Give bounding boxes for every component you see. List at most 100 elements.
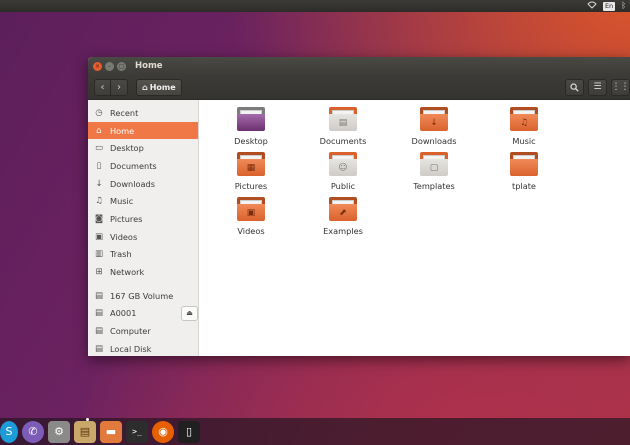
document-icon: ▯ — [96, 160, 102, 171]
video-icon: ▣ — [94, 231, 104, 242]
device-icon[interactable]: ▯ — [178, 420, 200, 443]
sidebar-devices: ▤ 167 GB Volume ▤ A0001 ⏏ ▤ Computer ▤ Local Dis… — [88, 287, 198, 356]
file-item-videos[interactable]: ▣ Videos — [216, 197, 286, 236]
file-item-downloads[interactable]: ↓ Downloads — [399, 107, 469, 146]
path-label: Home — [149, 82, 176, 92]
sidebar-item-recent[interactable]: ◷ Recent — [88, 104, 198, 122]
file-label: Desktop — [234, 136, 268, 146]
firefox-icon[interactable]: ◉ — [152, 420, 174, 443]
folder-icon: ▢ — [420, 152, 448, 176]
file-item-desktop[interactable]: Desktop — [216, 107, 286, 146]
window-title: Home — [135, 61, 163, 71]
folder-icon: ☺ — [329, 152, 357, 176]
folder-icon[interactable]: ▬ — [100, 420, 122, 443]
keyboard-layout-indicator[interactable]: En — [602, 1, 616, 11]
window-titlebar[interactable]: × – □ Home — [88, 57, 630, 75]
sidebar-item-167-gb-volume[interactable]: ▤ 167 GB Volume — [88, 287, 198, 305]
grid-view-icon[interactable]: ⋮⋮ — [611, 78, 630, 96]
sidebar-item-label: Network — [110, 267, 145, 278]
sidebar-item-downloads[interactable]: ↓ Downloads — [88, 175, 198, 193]
file-label: Pictures — [234, 181, 268, 191]
sidebar: ◷ Recent ⌂ Home ▭ Desktop ▯ Documents ↓ Downloads… — [88, 100, 199, 356]
camera-icon: ◙ — [94, 213, 104, 224]
search-icon[interactable] — [565, 78, 584, 96]
path-home-button[interactable]: ⌂ Home — [136, 78, 182, 96]
drive-icon: ▤ — [94, 290, 104, 301]
file-item-public[interactable]: ☺ Public — [308, 152, 378, 191]
file-item-pictures[interactable]: ▦ Pictures — [216, 152, 286, 191]
sidebar-item-desktop[interactable]: ▭ Desktop — [88, 139, 198, 157]
sidebar-item-videos[interactable]: ▣ Videos — [88, 228, 198, 246]
list-view-icon[interactable]: ☰ — [588, 78, 607, 96]
clock-icon: ◷ — [95, 107, 103, 118]
sidebar-item-pictures[interactable]: ◙ Pictures — [88, 210, 198, 228]
minimize-icon[interactable]: – — [105, 61, 114, 71]
sidebar-item-label: Downloads — [110, 178, 155, 189]
viber-icon[interactable]: ✆ — [22, 420, 44, 443]
back-button[interactable]: ‹ — [94, 78, 111, 96]
drive-icon: ▤ — [94, 326, 104, 337]
folder-icon: ▤ — [329, 107, 357, 131]
download-icon: ↓ — [95, 178, 103, 189]
file-label: Downloads — [411, 136, 457, 146]
folder-icon: ▣ — [237, 197, 265, 221]
sidebar-item-a0001[interactable]: ▤ A0001 ⏏ — [88, 305, 198, 323]
sidebar-item-label: Videos — [110, 231, 138, 242]
drive-icon: ▤ — [94, 308, 104, 319]
file-label: Examples — [323, 226, 363, 236]
sidebar-item-label: Pictures — [110, 213, 143, 224]
sidebar-item-computer[interactable]: ▤ Computer — [88, 322, 198, 340]
toolbar: ‹ › ⌂ Home ☰ ⋮⋮ — [88, 75, 630, 100]
forward-button[interactable]: › — [111, 78, 128, 96]
sidebar-item-label: 167 GB Volume — [110, 290, 174, 301]
folder-icon: ▭ — [94, 143, 104, 154]
trash-icon: ▥ — [94, 249, 104, 260]
sidebar-item-label: Documents — [110, 160, 157, 171]
file-item-documents[interactable]: ▤ Documents — [308, 107, 378, 146]
file-label: tplate — [512, 181, 536, 191]
main-content: ◷ Recent ⌂ Home ▭ Desktop ▯ Documents ↓ Downloads… — [88, 100, 630, 356]
sidebar-item-trash[interactable]: ▥ Trash — [88, 246, 198, 264]
skype-icon[interactable]: S — [0, 420, 18, 443]
running-indicator — [86, 418, 89, 421]
eject-icon[interactable]: ⏏ — [181, 305, 198, 321]
launcher-bar: S ✆ ⚙ ▤ ▬ >_ ◉ ▯ — [0, 418, 630, 445]
navigation-buttons: ‹ › — [94, 78, 128, 96]
folder-icon — [510, 152, 538, 176]
wifi-icon[interactable] — [587, 1, 597, 12]
sidebar-item-network[interactable]: ⊞ Network — [88, 263, 198, 281]
network-icon: ⊞ — [95, 267, 103, 278]
home-icon: ⌂ — [142, 82, 148, 92]
music-icon: ♫ — [95, 196, 103, 207]
sidebar-item-label: Music — [110, 196, 134, 207]
sidebar-item-home[interactable]: ⌂ Home — [88, 121, 198, 140]
folder-icon: ▦ — [237, 152, 265, 176]
file-label: Public — [330, 181, 356, 191]
file-item-music[interactable]: ♫ Music — [489, 107, 559, 146]
file-grid: Desktop ▤ Documents ↓ Downloads ♫ Music ▦ Pictur… — [199, 100, 630, 356]
settings-icon[interactable]: ⚙ — [48, 420, 70, 443]
home-icon: ⌂ — [96, 125, 102, 136]
sidebar-item-music[interactable]: ♫ Music — [88, 192, 198, 210]
file-item-templates[interactable]: ▢ Templates — [399, 152, 469, 191]
file-label: Templates — [413, 181, 455, 191]
sidebar-item-label: Computer — [110, 326, 151, 337]
terminal-icon[interactable]: >_ — [126, 420, 148, 443]
sidebar-item-label: Local Disk — [110, 343, 152, 354]
maximize-icon[interactable]: □ — [117, 61, 126, 71]
sidebar-item-label: A0001 — [110, 308, 137, 319]
bluetooth-icon[interactable]: ᛒ — [621, 1, 626, 11]
top-panel: En ᛒ — [0, 0, 630, 12]
toolbar-right-group: ☰ ⋮⋮ — [565, 78, 630, 96]
sidebar-item-label: Home — [110, 125, 135, 136]
sidebar-item-label: Recent — [110, 107, 139, 118]
close-icon[interactable]: × — [93, 61, 102, 71]
files-icon[interactable]: ▤ — [74, 420, 96, 443]
folder-icon: ⬈ — [329, 197, 357, 221]
file-item-tplate[interactable]: tplate — [489, 152, 559, 191]
sidebar-item-documents[interactable]: ▯ Documents — [88, 157, 198, 175]
sidebar-item-local-disk[interactable]: ▤ Local Disk — [88, 340, 198, 356]
sidebar-item-label: Trash — [110, 249, 132, 260]
file-item-examples[interactable]: ⬈ Examples — [308, 197, 378, 236]
drive-icon: ▤ — [94, 343, 104, 354]
